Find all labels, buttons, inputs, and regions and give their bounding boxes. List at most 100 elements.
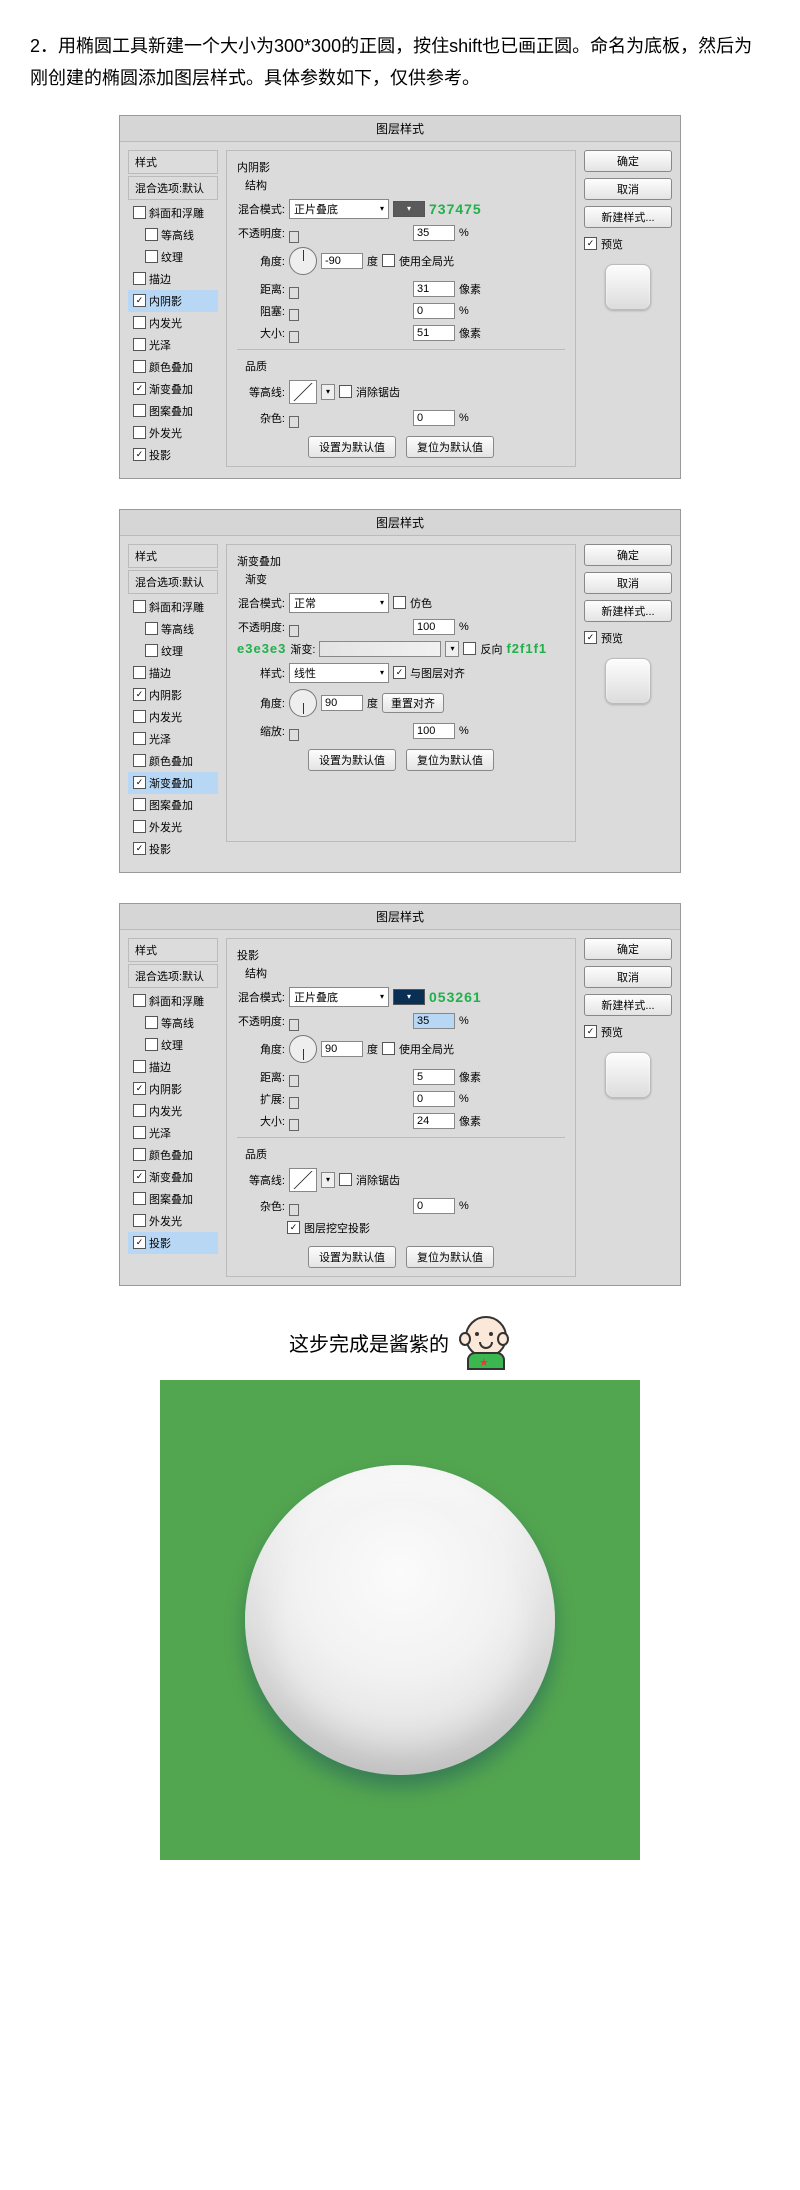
style-inner-glow[interactable]: 内发光	[128, 1100, 218, 1122]
style-drop-shadow[interactable]: ✓投影	[128, 444, 218, 466]
knockout-checkbox[interactable]: ✓	[287, 1221, 300, 1234]
angle-input[interactable]: 90	[321, 695, 363, 711]
cancel-button[interactable]: 取消	[584, 966, 672, 988]
antialias-checkbox[interactable]	[339, 1173, 352, 1186]
new-style-button[interactable]: 新建样式...	[584, 600, 672, 622]
set-default-button[interactable]: 设置为默认值	[308, 749, 396, 771]
style-gradient-overlay[interactable]: ✓渐变叠加	[128, 378, 218, 400]
styles-list: 样式 混合选项:默认 斜面和浮雕 等高线 纹理 描边 ✓内阴影 内发光 光泽 颜…	[128, 938, 218, 1254]
style-color-overlay[interactable]: 颜色叠加	[128, 750, 218, 772]
cancel-button[interactable]: 取消	[584, 178, 672, 200]
distance-input[interactable]: 31	[413, 281, 455, 297]
contour-picker[interactable]	[289, 1168, 317, 1192]
style-bevel[interactable]: 斜面和浮雕	[128, 202, 218, 224]
style-inner-glow[interactable]: 内发光	[128, 706, 218, 728]
contour-dropdown[interactable]: ▾	[321, 384, 335, 400]
ok-button[interactable]: 确定	[584, 544, 672, 566]
style-stroke[interactable]: 描边	[128, 662, 218, 684]
style-satin[interactable]: 光泽	[128, 1122, 218, 1144]
angle-dial[interactable]	[289, 247, 317, 275]
style-satin[interactable]: 光泽	[128, 334, 218, 356]
blend-mode-select[interactable]: 正常▾	[289, 593, 389, 613]
style-satin[interactable]: 光泽	[128, 728, 218, 750]
opacity-input[interactable]: 35	[413, 1013, 455, 1029]
angle-dial[interactable]	[289, 1035, 317, 1063]
gradient-style-select[interactable]: 线性▾	[289, 663, 389, 683]
style-pattern-overlay[interactable]: 图案叠加	[128, 1188, 218, 1210]
contour-dropdown[interactable]: ▾	[321, 1172, 335, 1188]
distance-input[interactable]: 5	[413, 1069, 455, 1085]
ok-button[interactable]: 确定	[584, 938, 672, 960]
reverse-checkbox[interactable]	[463, 642, 476, 655]
style-drop-shadow[interactable]: ✓投影	[128, 838, 218, 860]
opacity-input[interactable]: 100	[413, 619, 455, 635]
reset-default-button[interactable]: 复位为默认值	[406, 1246, 494, 1268]
choke-input[interactable]: 0	[413, 303, 455, 319]
size-input[interactable]: 24	[413, 1113, 455, 1129]
style-inner-shadow[interactable]: ✓内阴影	[128, 684, 218, 706]
style-bevel[interactable]: 斜面和浮雕	[128, 990, 218, 1012]
blend-options-header[interactable]: 混合选项:默认	[128, 176, 218, 200]
reset-default-button[interactable]: 复位为默认值	[406, 749, 494, 771]
style-texture[interactable]: 纹理	[128, 246, 218, 268]
angle-input[interactable]: -90	[321, 253, 363, 269]
gradient-dropdown[interactable]: ▾	[445, 641, 459, 657]
style-color-overlay[interactable]: 颜色叠加	[128, 356, 218, 378]
style-stroke[interactable]: 描边	[128, 1056, 218, 1078]
style-stroke[interactable]: 描边	[128, 268, 218, 290]
styles-header[interactable]: 样式	[128, 150, 218, 174]
reset-default-button[interactable]: 复位为默认值	[406, 436, 494, 458]
opacity-input[interactable]: 35	[413, 225, 455, 241]
style-pattern-overlay[interactable]: 图案叠加	[128, 794, 218, 816]
angle-input[interactable]: 90	[321, 1041, 363, 1057]
scale-input[interactable]: 100	[413, 723, 455, 739]
color-swatch[interactable]: ▾	[393, 989, 425, 1005]
style-gradient-overlay[interactable]: ✓渐变叠加	[128, 772, 218, 794]
preview-checkbox[interactable]: ✓	[584, 237, 597, 250]
style-outer-glow[interactable]: 外发光	[128, 816, 218, 838]
color-swatch[interactable]: ▾	[393, 201, 425, 217]
global-light-checkbox[interactable]	[382, 254, 395, 267]
style-color-overlay[interactable]: 颜色叠加	[128, 1144, 218, 1166]
align-checkbox[interactable]: ✓	[393, 666, 406, 679]
style-drop-shadow[interactable]: ✓投影	[128, 1232, 218, 1254]
realign-button[interactable]: 重置对齐	[382, 693, 444, 713]
style-inner-shadow[interactable]: ✓内阴影	[128, 1078, 218, 1100]
preview-checkbox[interactable]: ✓	[584, 1025, 597, 1038]
set-default-button[interactable]: 设置为默认值	[308, 1246, 396, 1268]
style-outer-glow[interactable]: 外发光	[128, 1210, 218, 1232]
blend-options-header[interactable]: 混合选项:默认	[128, 570, 218, 594]
dither-checkbox[interactable]	[393, 596, 406, 609]
style-texture[interactable]: 纹理	[128, 640, 218, 662]
spread-input[interactable]: 0	[413, 1091, 455, 1107]
size-input[interactable]: 51	[413, 325, 455, 341]
global-light-checkbox[interactable]	[382, 1042, 395, 1055]
cancel-button[interactable]: 取消	[584, 572, 672, 594]
preview-checkbox[interactable]: ✓	[584, 631, 597, 644]
styles-header[interactable]: 样式	[128, 544, 218, 568]
set-default-button[interactable]: 设置为默认值	[308, 436, 396, 458]
contour-picker[interactable]	[289, 380, 317, 404]
noise-input[interactable]: 0	[413, 1198, 455, 1214]
styles-header[interactable]: 样式	[128, 938, 218, 962]
new-style-button[interactable]: 新建样式...	[584, 994, 672, 1016]
style-contour[interactable]: 等高线	[128, 1012, 218, 1034]
style-inner-glow[interactable]: 内发光	[128, 312, 218, 334]
angle-dial[interactable]	[289, 689, 317, 717]
new-style-button[interactable]: 新建样式...	[584, 206, 672, 228]
style-texture[interactable]: 纹理	[128, 1034, 218, 1056]
blend-mode-select[interactable]: 正片叠底▾	[289, 199, 389, 219]
style-outer-glow[interactable]: 外发光	[128, 422, 218, 444]
style-contour[interactable]: 等高线	[128, 224, 218, 246]
style-pattern-overlay[interactable]: 图案叠加	[128, 400, 218, 422]
noise-input[interactable]: 0	[413, 410, 455, 426]
style-inner-shadow[interactable]: ✓内阴影	[128, 290, 218, 312]
gradient-picker[interactable]	[319, 641, 441, 657]
ok-button[interactable]: 确定	[584, 150, 672, 172]
blend-mode-select[interactable]: 正片叠底▾	[289, 987, 389, 1007]
antialias-checkbox[interactable]	[339, 385, 352, 398]
blend-options-header[interactable]: 混合选项:默认	[128, 964, 218, 988]
style-contour[interactable]: 等高线	[128, 618, 218, 640]
style-bevel[interactable]: 斜面和浮雕	[128, 596, 218, 618]
style-gradient-overlay[interactable]: ✓渐变叠加	[128, 1166, 218, 1188]
